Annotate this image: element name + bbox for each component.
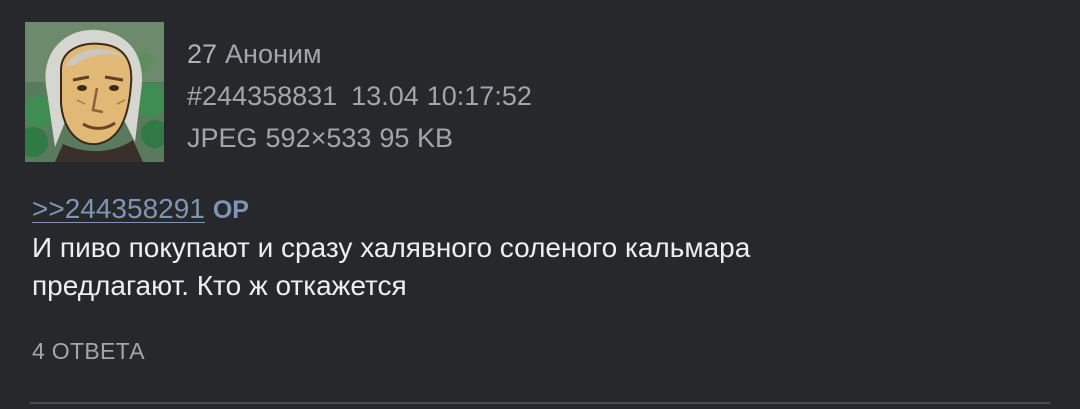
post: 27 Аноним #244358831 13.04 10:17:52 JPEG 592… [0, 0, 1080, 409]
post-header-row: 27 Аноним [187, 33, 532, 75]
post-time: 10:17:52 [426, 81, 532, 111]
post-thumbnail[interactable] [25, 22, 164, 162]
op-tag: OP [212, 196, 249, 224]
post-id[interactable]: #244358831 [187, 81, 337, 111]
portrait-image [25, 22, 164, 162]
reply-link[interactable]: >>244358291 [32, 193, 205, 224]
post-date: 13.04 [351, 81, 419, 111]
post-id-row: #244358831 13.04 10:17:52 [187, 75, 532, 117]
post-author: Аноним [225, 39, 322, 69]
reply-reference-line: >>244358291 OP [32, 190, 1042, 229]
post-index: 27 [187, 39, 218, 69]
post-text-line-1: И пиво покупают и сразу халявного солено… [32, 232, 751, 263]
post-body: >>244358291 OP И пиво покупают и сразу ха… [32, 190, 1042, 305]
post-divider [30, 402, 1050, 404]
file-dimensions: 592×533 [265, 123, 372, 153]
file-size: 95 KB [379, 123, 453, 153]
post-text-line-2: предлагают. Кто ж откажется [32, 270, 407, 301]
file-type: JPEG [187, 123, 258, 153]
file-info-row: JPEG 592×533 95 KB [187, 117, 532, 159]
replies-button[interactable]: 4 ОТВЕТА [32, 336, 145, 366]
post-meta: 27 Аноним #244358831 13.04 10:17:52 JPEG 592… [187, 33, 532, 159]
